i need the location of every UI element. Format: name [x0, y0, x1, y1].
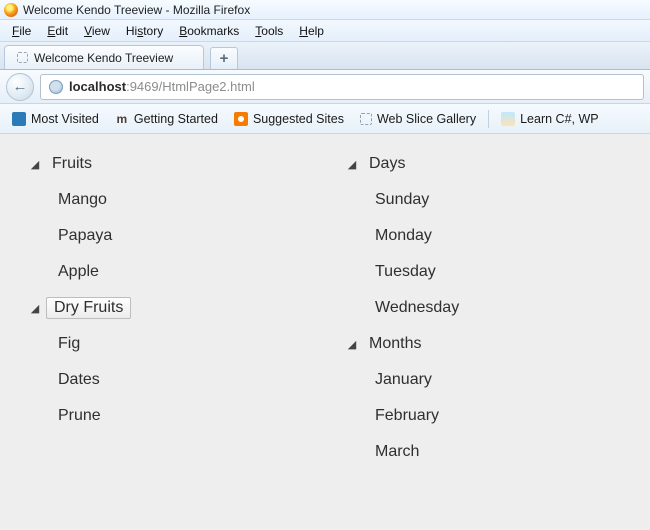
- placeholder-icon: [360, 113, 372, 125]
- tree-label: February: [369, 405, 445, 427]
- expand-toggle-icon[interactable]: ◢: [345, 338, 359, 351]
- tab-strip: Welcome Kendo Treeview +: [0, 42, 650, 70]
- tree-label: Apple: [52, 261, 105, 283]
- menu-edit[interactable]: Edit: [39, 22, 76, 40]
- bookmark-separator: [488, 110, 489, 128]
- tree-label: Months: [363, 333, 427, 355]
- tree-group-months: ◢ Months January February March: [325, 326, 642, 470]
- tree-label: Wednesday: [369, 297, 465, 319]
- treeview-right: ◢ Days Sunday Monday Tuesday Wednesday ◢…: [325, 146, 642, 518]
- tree-node-prune[interactable]: Prune: [8, 398, 325, 434]
- tab-active[interactable]: Welcome Kendo Treeview: [4, 45, 204, 69]
- tree-node-dates[interactable]: Dates: [8, 362, 325, 398]
- bookmark-suggested-sites[interactable]: Suggested Sites: [228, 110, 350, 128]
- bookmark-label: Suggested Sites: [253, 112, 344, 126]
- window-titlebar: Welcome Kendo Treeview - Mozilla Firefox: [0, 0, 650, 20]
- tree-node-dry-fruits[interactable]: ◢ Dry Fruits: [8, 290, 325, 326]
- tree-label: Papaya: [52, 225, 118, 247]
- tree-node-mango[interactable]: Mango: [8, 182, 325, 218]
- mozilla-icon: m: [115, 112, 129, 126]
- tree-group-days: ◢ Days Sunday Monday Tuesday Wednesday: [325, 146, 642, 326]
- bookmark-bar: Most Visited m Getting Started Suggested…: [0, 104, 650, 134]
- tree-node-fruits[interactable]: ◢ Fruits: [8, 146, 325, 182]
- back-arrow-icon: ←: [13, 78, 28, 95]
- bookmark-label: Web Slice Gallery: [377, 112, 476, 126]
- tree-node-days[interactable]: ◢ Days: [325, 146, 642, 182]
- bookmark-learn-csharp[interactable]: Learn C#, WP: [495, 110, 605, 128]
- tree-node-fig[interactable]: Fig: [8, 326, 325, 362]
- tree-node-sunday[interactable]: Sunday: [325, 182, 642, 218]
- tree-group-dry-fruits: ◢ Dry Fruits Fig Dates Prune: [8, 290, 325, 434]
- tree-label: Monday: [369, 225, 438, 247]
- bookmark-label: Getting Started: [134, 112, 218, 126]
- page-content: ◢ Fruits Mango Papaya Apple ◢ Dry Fruits…: [0, 134, 650, 530]
- tree-label: January: [369, 369, 438, 391]
- menu-help[interactable]: Help: [291, 22, 332, 40]
- url-host-part: localhost: [69, 79, 126, 94]
- tree-group-fruits: ◢ Fruits Mango Papaya Apple: [8, 146, 325, 290]
- menu-file[interactable]: File: [4, 22, 39, 40]
- folder-icon: [12, 112, 26, 126]
- tree-label: Fruits: [46, 153, 98, 175]
- tree-label: Mango: [52, 189, 113, 211]
- menubar: File Edit View History Bookmarks Tools H…: [0, 20, 650, 42]
- tree-label: Fig: [52, 333, 86, 355]
- tree-label: Dates: [52, 369, 106, 391]
- expand-toggle-icon[interactable]: ◢: [28, 158, 42, 171]
- tree-node-wednesday[interactable]: Wednesday: [325, 290, 642, 326]
- navigation-bar: ← localhost:9469/HtmlPage2.html: [0, 70, 650, 104]
- expand-toggle-icon[interactable]: ◢: [345, 158, 359, 171]
- tree-label: Sunday: [369, 189, 435, 211]
- expand-toggle-icon[interactable]: ◢: [28, 302, 42, 315]
- tree-node-papaya[interactable]: Papaya: [8, 218, 325, 254]
- tree-label-selected: Dry Fruits: [46, 297, 131, 319]
- url-path-part: :9469/HtmlPage2.html: [126, 79, 255, 94]
- tree-node-monday[interactable]: Monday: [325, 218, 642, 254]
- tree-label: Prune: [52, 405, 107, 427]
- tree-label: Days: [363, 153, 411, 175]
- window-title: Welcome Kendo Treeview - Mozilla Firefox: [23, 3, 250, 17]
- tree-node-months[interactable]: ◢ Months: [325, 326, 642, 362]
- tree-node-march[interactable]: March: [325, 434, 642, 470]
- tree-node-january[interactable]: January: [325, 362, 642, 398]
- tree-node-tuesday[interactable]: Tuesday: [325, 254, 642, 290]
- tree-label: March: [369, 441, 425, 463]
- firefox-icon: [4, 3, 18, 17]
- plus-icon: +: [220, 50, 229, 67]
- bookmark-web-slice[interactable]: Web Slice Gallery: [354, 110, 482, 128]
- back-button[interactable]: ←: [6, 73, 34, 101]
- tree-node-february[interactable]: February: [325, 398, 642, 434]
- menu-history[interactable]: History: [118, 22, 171, 40]
- site-icon: [501, 112, 515, 126]
- bookmark-label: Learn C#, WP: [520, 112, 599, 126]
- new-tab-button[interactable]: +: [210, 47, 238, 69]
- bookmark-most-visited[interactable]: Most Visited: [6, 110, 105, 128]
- tree-label: Tuesday: [369, 261, 442, 283]
- tree-node-apple[interactable]: Apple: [8, 254, 325, 290]
- treeview-left: ◢ Fruits Mango Papaya Apple ◢ Dry Fruits…: [8, 146, 325, 518]
- page-favicon: [17, 52, 28, 63]
- tab-title: Welcome Kendo Treeview: [34, 51, 173, 65]
- menu-tools[interactable]: Tools: [247, 22, 291, 40]
- url-bar[interactable]: localhost:9469/HtmlPage2.html: [40, 74, 644, 100]
- globe-icon: [49, 80, 63, 94]
- bulb-icon: [234, 112, 248, 126]
- bookmark-label: Most Visited: [31, 112, 99, 126]
- url-text: localhost:9469/HtmlPage2.html: [69, 79, 255, 94]
- menu-bookmarks[interactable]: Bookmarks: [171, 22, 247, 40]
- menu-view[interactable]: View: [76, 22, 118, 40]
- bookmark-getting-started[interactable]: m Getting Started: [109, 110, 224, 128]
